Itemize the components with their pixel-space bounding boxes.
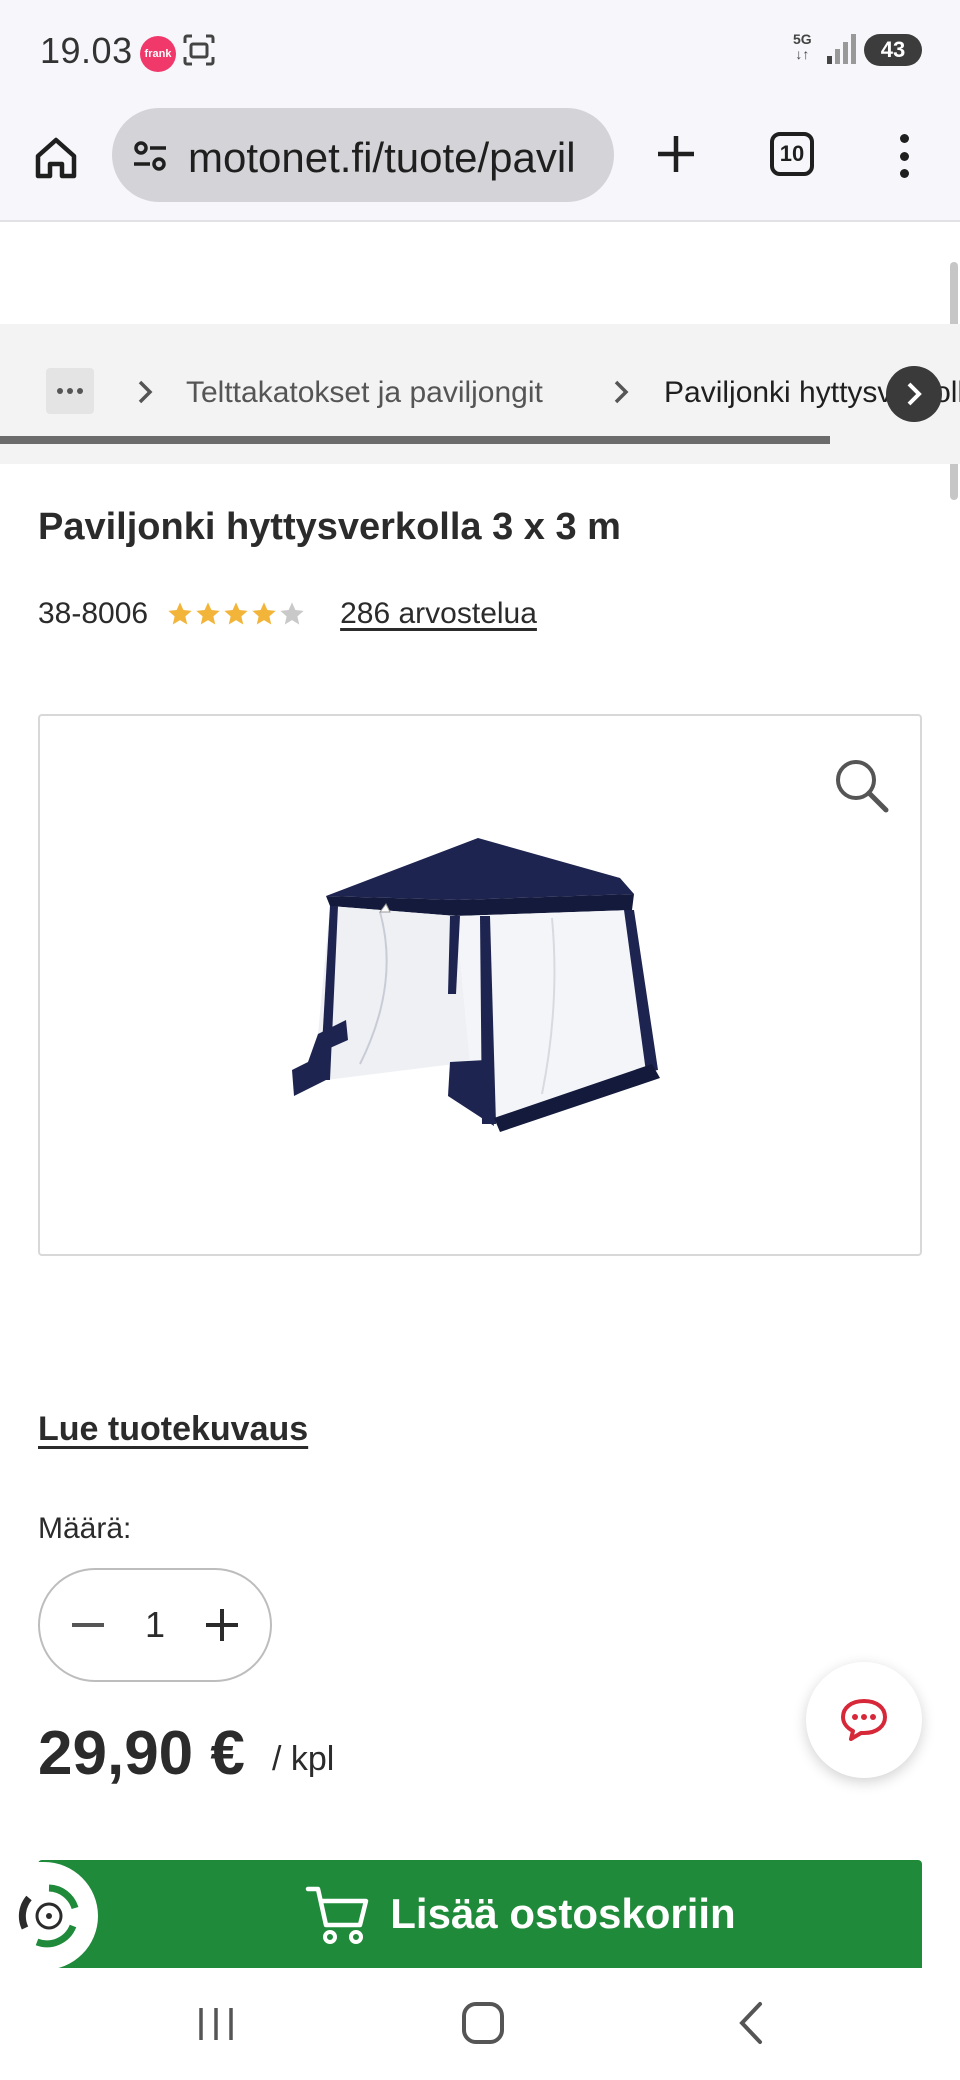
status-time: 19.03 [40,30,133,71]
quantity-value[interactable]: 1 [145,1604,165,1646]
star-icon [224,602,248,625]
plus-icon [206,1609,238,1641]
star-icon [280,602,304,625]
product-price: 29,90 € [38,1719,245,1788]
zoom-icon[interactable] [832,756,892,816]
quantity-stepper: 1 [38,1568,272,1682]
new-tab-button[interactable] [648,126,704,182]
url-text: motonet.fi/tuote/pavil [188,134,576,181]
breadcrumb-scroll-right-button[interactable] [886,366,942,422]
reviews-link[interactable]: 286 arvostelua [340,597,537,631]
cart-icon [306,1886,369,1944]
product-sku: 38-8006 [38,597,149,630]
tab-switcher-button[interactable]: 10 [770,132,814,176]
star-icon [196,602,220,625]
frank-app-icon: frank [140,36,176,72]
chat-icon [841,1699,887,1741]
system-nav-bar [0,1968,960,2080]
plus-icon [658,136,694,172]
battery-icon: 43 [864,34,922,66]
network-label: 5G [793,31,812,47]
increase-quantity-button[interactable] [198,1601,246,1649]
back-icon[interactable] [736,2000,766,2046]
recent-apps-icon[interactable] [196,2004,236,2044]
more-menu-icon[interactable] [884,126,924,186]
chevron-right-icon [907,382,922,406]
screenshot-icon [183,34,215,66]
product-image [292,838,660,1132]
status-bar: 19.03 frank 5G ↓↑ 43 [0,0,960,100]
signal-icon [827,34,856,64]
star-icon [168,602,192,625]
breadcrumb-scroll-indicator [0,436,831,444]
chevron-right-icon [614,380,629,404]
product-image-box[interactable] [38,714,922,1256]
breadcrumb: Telttakatokset ja paviljongit Paviljonki… [0,324,960,464]
browser-toolbar: motonet.fi/tuote/pavil 10 [0,100,960,222]
home-nav-icon[interactable] [462,2002,504,2044]
home-button[interactable] [26,128,86,188]
site-settings-icon[interactable] [130,136,170,176]
chevron-right-icon [138,380,153,404]
add-to-cart-label: Lisää ostoskoriin [390,1890,736,1937]
chat-button[interactable] [806,1662,922,1778]
breadcrumb-item-category[interactable]: Telttakatokset ja paviljongit [186,376,543,410]
decrease-quantity-button[interactable] [64,1601,112,1649]
network-5g-icon: 5G ↓↑ [793,31,812,62]
minus-icon [72,1623,104,1627]
add-to-cart-button[interactable]: Lisää ostoskoriin [38,1860,922,1968]
home-icon [35,137,77,179]
product-description-link[interactable]: Lue tuotekuvaus [38,1410,308,1449]
url-bar[interactable]: motonet.fi/tuote/pavil [112,108,614,202]
product-meta: 38-8006 286 arvostelua [38,594,537,634]
quantity-label: Määrä: [38,1512,132,1545]
star-icon [252,602,276,625]
product-title: Paviljonki hyttysverkolla 3 x 3 m [38,506,621,548]
recycle-icon [18,1884,79,1948]
price-unit: / kpl [272,1740,335,1778]
star-rating [166,600,306,628]
breadcrumb-more-button[interactable] [46,368,94,414]
